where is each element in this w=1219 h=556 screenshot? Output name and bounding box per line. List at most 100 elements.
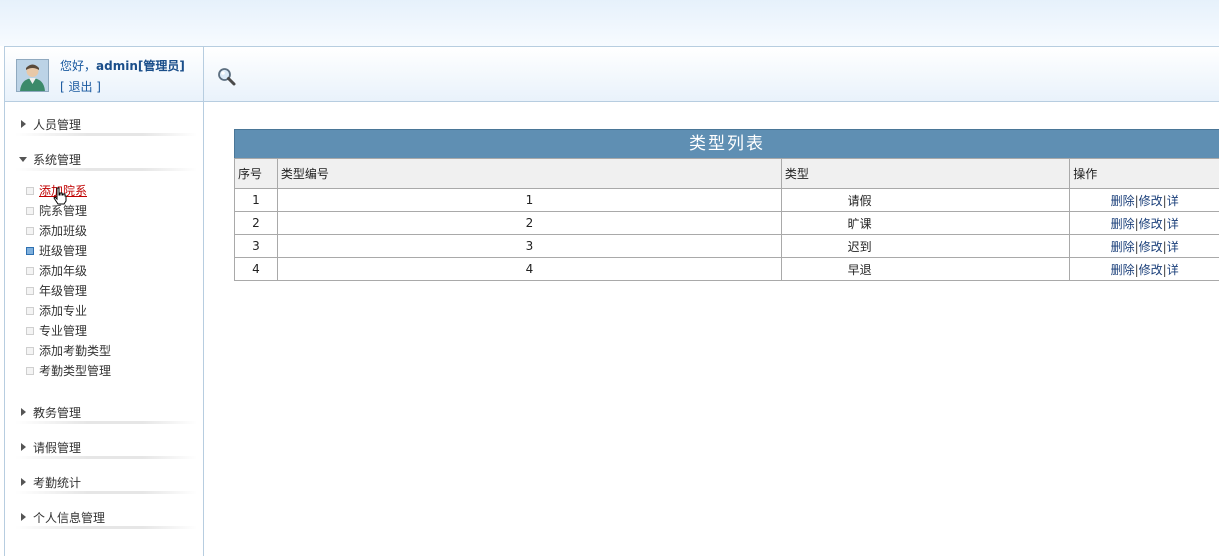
sidebar-item-department-management[interactable]: 院系管理 [5, 201, 203, 221]
cell-type: 旷课 [781, 212, 1069, 235]
menu-header-label: 个人信息管理 [33, 511, 105, 525]
col-header-actions: 操作 [1070, 159, 1219, 189]
menu-header-label: 人员管理 [33, 118, 81, 132]
menu-header-label: 考勤统计 [33, 476, 81, 490]
main-frame: 您好，admin[管理员] [ 退出 ] 人员管理 系统管理 添加院系 [4, 46, 1219, 556]
greeting-label: 您好， [60, 59, 96, 73]
cell-actions: 删除|修改|详 [1070, 258, 1219, 281]
menu-header-system[interactable]: 系统管理 [5, 138, 203, 173]
sidebar-item-label: 添加年级 [39, 264, 87, 278]
sidebar-item-attendance-type-management[interactable]: 考勤类型管理 [5, 361, 203, 381]
caret-right-icon [21, 408, 26, 416]
delete-link[interactable]: 删除 [1111, 217, 1135, 231]
menu-header-attendance-stats[interactable]: 考勤统计 [5, 461, 203, 496]
menu-header-personnel[interactable]: 人员管理 [5, 103, 203, 138]
sidebar-menu: 人员管理 系统管理 添加院系 [5, 103, 203, 531]
detail-link[interactable]: 详 [1167, 194, 1179, 208]
sidebar-item-label: 考勤类型管理 [39, 364, 111, 378]
system-submenu: 添加院系 院系管理 添加班级 班级管 [5, 173, 203, 391]
menu-group-attendance-stats: 考勤统计 [5, 461, 203, 496]
cell-code: 2 [277, 212, 781, 235]
sidebar-item-major-management[interactable]: 专业管理 [5, 321, 203, 341]
bullet-icon [26, 367, 34, 375]
magnifier-icon[interactable] [217, 67, 237, 87]
table-row: 1 1 请假 删除|修改|详 [235, 189, 1219, 212]
user-info-box: 您好，admin[管理员] [ 退出 ] [5, 47, 203, 102]
col-header-type: 类型 [781, 159, 1069, 189]
delete-link[interactable]: 删除 [1111, 240, 1135, 254]
menu-group-academic: 教务管理 [5, 391, 203, 426]
sidebar-item-add-department[interactable]: 添加院系 [5, 181, 203, 201]
sidebar-item-add-major[interactable]: 添加专业 [5, 301, 203, 321]
detail-link[interactable]: 详 [1167, 240, 1179, 254]
col-header-code: 类型编号 [277, 159, 781, 189]
content-toolbar [204, 47, 1219, 102]
user-avatar-icon [16, 59, 49, 92]
cell-type: 迟到 [781, 235, 1069, 258]
bullet-icon [26, 207, 34, 215]
caret-right-icon [21, 120, 26, 128]
menu-header-label: 系统管理 [33, 153, 81, 167]
cell-actions: 删除|修改|详 [1070, 212, 1219, 235]
menu-group-personal-info: 个人信息管理 [5, 496, 203, 531]
sidebar-item-label: 添加班级 [39, 224, 87, 238]
cell-index: 2 [235, 212, 278, 235]
sidebar-item-add-attendance-type[interactable]: 添加考勤类型 [5, 341, 203, 361]
table-title: 类型列表 [234, 129, 1219, 158]
bullet-icon [26, 187, 34, 195]
bullet-active-icon [26, 247, 34, 255]
table-row: 3 3 迟到 删除|修改|详 [235, 235, 1219, 258]
sidebar-item-grade-management[interactable]: 年级管理 [5, 281, 203, 301]
sidebar-item-label: 班级管理 [39, 244, 87, 258]
left-sidebar: 您好，admin[管理员] [ 退出 ] 人员管理 系统管理 添加院系 [5, 47, 204, 556]
cell-code: 4 [277, 258, 781, 281]
bullet-icon [26, 267, 34, 275]
menu-header-leave[interactable]: 请假管理 [5, 426, 203, 461]
bullet-icon [26, 307, 34, 315]
delete-link[interactable]: 删除 [1111, 263, 1135, 277]
edit-link[interactable]: 修改 [1139, 263, 1163, 277]
menu-group-personnel: 人员管理 [5, 103, 203, 138]
greeting-text: 您好，admin[管理员] [60, 57, 185, 74]
edit-link[interactable]: 修改 [1139, 194, 1163, 208]
sidebar-item-class-management[interactable]: 班级管理 [5, 241, 203, 261]
menu-header-academic[interactable]: 教务管理 [5, 391, 203, 426]
sidebar-item-label: 添加专业 [39, 304, 87, 318]
edit-link[interactable]: 修改 [1139, 217, 1163, 231]
table-header-row: 序号 类型编号 类型 操作 [235, 159, 1219, 189]
table-row: 4 4 早退 删除|修改|详 [235, 258, 1219, 281]
menu-group-system: 系统管理 添加院系 院系管理 [5, 138, 203, 391]
menu-header-label: 请假管理 [33, 441, 81, 455]
col-header-index: 序号 [235, 159, 278, 189]
cell-index: 1 [235, 189, 278, 212]
sidebar-item-label: 添加考勤类型 [39, 344, 111, 358]
bullet-icon [26, 327, 34, 335]
bullet-icon [26, 347, 34, 355]
menu-header-personal-info[interactable]: 个人信息管理 [5, 496, 203, 531]
edit-link[interactable]: 修改 [1139, 240, 1163, 254]
delete-link[interactable]: 删除 [1111, 194, 1135, 208]
sidebar-item-add-grade[interactable]: 添加年级 [5, 261, 203, 281]
sidebar-item-label: 院系管理 [39, 204, 87, 218]
cell-type: 请假 [781, 189, 1069, 212]
logout-link[interactable]: [ 退出 ] [60, 78, 101, 95]
sidebar-item-label: 专业管理 [39, 324, 87, 338]
type-list-table: 类型列表 序号 类型编号 类型 操作 1 1 请假 删除|修改|详 2 [234, 129, 1219, 281]
bullet-icon [26, 287, 34, 295]
cell-code: 3 [277, 235, 781, 258]
detail-link[interactable]: 详 [1167, 217, 1179, 231]
cell-actions: 删除|修改|详 [1070, 235, 1219, 258]
cell-code: 1 [277, 189, 781, 212]
cell-actions: 删除|修改|详 [1070, 189, 1219, 212]
detail-link[interactable]: 详 [1167, 263, 1179, 277]
menu-header-label: 教务管理 [33, 406, 81, 420]
sidebar-item-add-class[interactable]: 添加班级 [5, 221, 203, 241]
caret-right-icon [21, 443, 26, 451]
content-area: 类型列表 序号 类型编号 类型 操作 1 1 请假 删除|修改|详 2 [234, 129, 1219, 281]
caret-right-icon [21, 478, 26, 486]
username: admin[管理员] [96, 59, 185, 73]
menu-group-leave: 请假管理 [5, 426, 203, 461]
cell-type: 早退 [781, 258, 1069, 281]
cell-index: 3 [235, 235, 278, 258]
table-row: 2 2 旷课 删除|修改|详 [235, 212, 1219, 235]
